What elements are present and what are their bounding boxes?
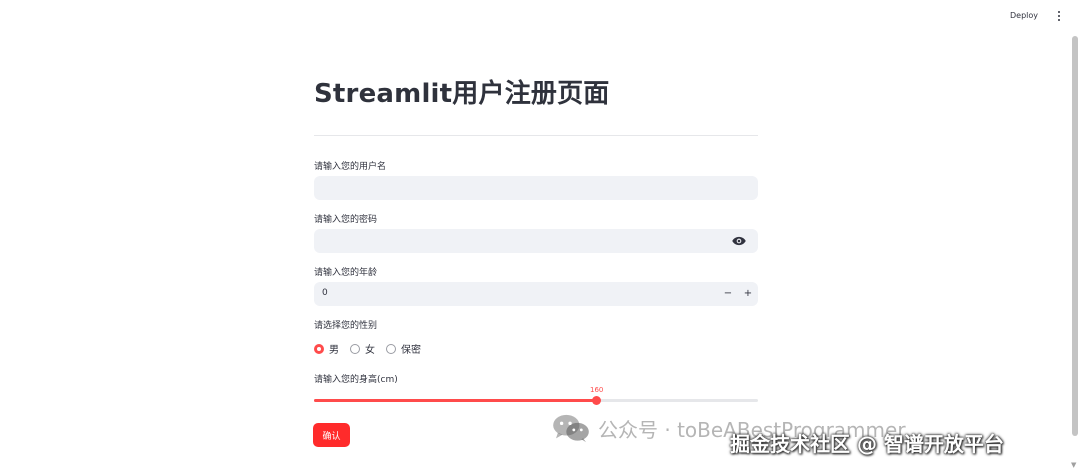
deploy-button[interactable]: Deploy xyxy=(1010,11,1038,20)
height-slider[interactable] xyxy=(314,396,758,405)
divider xyxy=(314,135,758,136)
gender-radio-group: 男 女 保密 xyxy=(314,341,432,356)
decrement-button[interactable]: − xyxy=(718,282,738,306)
age-label: 请输入您的年龄 xyxy=(314,268,378,278)
radio-option-male[interactable]: 男 xyxy=(314,341,339,356)
radio-option-secret[interactable]: 保密 xyxy=(386,341,421,356)
radio-selected-icon[interactable] xyxy=(314,343,324,354)
gender-label: 请选择您的性别 xyxy=(314,321,378,331)
username-field xyxy=(314,176,758,201)
increment-button[interactable]: + xyxy=(738,282,758,306)
slider-thumb[interactable] xyxy=(592,396,602,405)
slider-fill xyxy=(314,399,597,402)
radio-label-male: 男 xyxy=(329,345,339,356)
streamlit-app: Deploy ▼ Streamlit用户注册页面 请输入您的用户名 请输入您的密… xyxy=(0,0,1080,473)
confirm-button[interactable]: 确认 xyxy=(313,423,350,447)
password-input[interactable] xyxy=(314,229,758,254)
page-title: Streamlit用户注册页面 xyxy=(314,79,610,109)
slider-value: 160 xyxy=(590,386,604,394)
scrollbar[interactable] xyxy=(1072,36,1078,436)
wechat-icon xyxy=(553,414,589,443)
height-label: 请输入您的身高(cm) xyxy=(314,375,398,385)
password-label: 请输入您的密码 xyxy=(314,215,378,225)
kebab-menu-icon[interactable] xyxy=(1055,11,1063,25)
radio-unselected-icon[interactable] xyxy=(350,343,360,354)
password-field xyxy=(314,229,758,254)
radio-unselected-icon[interactable] xyxy=(386,343,396,354)
age-number-input[interactable]: 0 − + xyxy=(314,282,758,306)
radio-label-female: 女 xyxy=(365,345,375,356)
scroll-down-arrow-icon[interactable]: ▼ xyxy=(1071,462,1076,469)
radio-option-female[interactable]: 女 xyxy=(350,341,375,356)
eye-icon[interactable] xyxy=(732,236,746,246)
radio-label-secret: 保密 xyxy=(401,345,421,356)
age-value[interactable]: 0 xyxy=(322,288,328,298)
username-input[interactable] xyxy=(314,176,758,201)
watermark-text-2: 掘金技术社区 @ 智谱开放平台 xyxy=(730,432,1004,456)
username-label: 请输入您的用户名 xyxy=(314,162,387,172)
